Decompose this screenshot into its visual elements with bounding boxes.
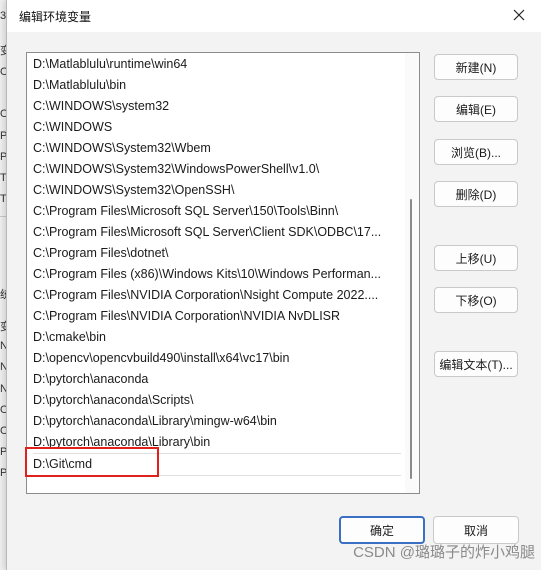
- list-item[interactable]: D:\pytorch\anaconda\Library\mingw-w64\bi…: [33, 411, 401, 432]
- annotation-highlight-box: [25, 447, 159, 477]
- list-item[interactable]: D:\pytorch\anaconda\Scripts\: [33, 390, 401, 411]
- list-item[interactable]: C:\WINDOWS\System32\Wbem: [33, 138, 401, 159]
- scrollbar-thumb[interactable]: [410, 199, 412, 479]
- list-item[interactable]: C:\WINDOWS\system32: [33, 96, 401, 117]
- dialog-title: 编辑环境变量: [19, 10, 92, 24]
- close-button[interactable]: [508, 5, 530, 27]
- move-down-button[interactable]: 下移(O): [434, 287, 518, 313]
- close-icon: [513, 9, 525, 24]
- edit-button[interactable]: 编辑(E): [434, 96, 518, 122]
- list-item[interactable]: C:\Program Files (x86)\Windows Kits\10\W…: [33, 264, 401, 285]
- list-item[interactable]: C:\WINDOWS\System32\OpenSSH\: [33, 180, 401, 201]
- list-item[interactable]: C:\WINDOWS\System32\WindowsPowerShell\v1…: [33, 159, 401, 180]
- browse-button[interactable]: 浏览(B)...: [434, 139, 518, 165]
- list-item[interactable]: D:\opencv\opencvbuild490\install\x64\vc1…: [33, 348, 401, 369]
- watermark: CSDN @璐璐子的炸小鸡腿: [353, 544, 535, 561]
- edit-env-var-dialog: 编辑环境变量 D:\Matlablulu\runtime\win64 D:\Ma…: [6, 0, 541, 570]
- list-item[interactable]: D:\Matlablulu\bin: [33, 75, 401, 96]
- move-up-button[interactable]: 上移(U): [434, 245, 518, 271]
- list-item[interactable]: D:\Matlablulu\runtime\win64: [33, 54, 401, 75]
- list-item[interactable]: D:\pytorch\anaconda: [33, 369, 401, 390]
- list-item[interactable]: D:\cmake\bin: [33, 327, 401, 348]
- list-item[interactable]: C:\Program Files\dotnet\: [33, 243, 401, 264]
- vertical-scrollbar[interactable]: [405, 53, 419, 493]
- new-button[interactable]: 新建(N): [434, 54, 518, 80]
- list-item[interactable]: C:\Program Files\Microsoft SQL Server\Cl…: [33, 222, 401, 243]
- edit-text-button[interactable]: 编辑文本(T)...: [434, 351, 518, 377]
- cancel-button[interactable]: 取消: [433, 516, 519, 544]
- title-bar[interactable]: 编辑环境变量: [7, 0, 541, 32]
- ok-button[interactable]: 确定: [339, 516, 425, 544]
- path-list[interactable]: D:\Matlablulu\runtime\win64 D:\Matlablul…: [26, 52, 420, 494]
- list-item[interactable]: C:\Program Files\NVIDIA Corporation\NVID…: [33, 306, 401, 327]
- delete-button[interactable]: 删除(D): [434, 181, 518, 207]
- list-item[interactable]: C:\Program Files\Microsoft SQL Server\15…: [33, 201, 401, 222]
- list-item[interactable]: C:\Program Files\NVIDIA Corporation\Nsig…: [33, 285, 401, 306]
- list-item[interactable]: C:\WINDOWS: [33, 117, 401, 138]
